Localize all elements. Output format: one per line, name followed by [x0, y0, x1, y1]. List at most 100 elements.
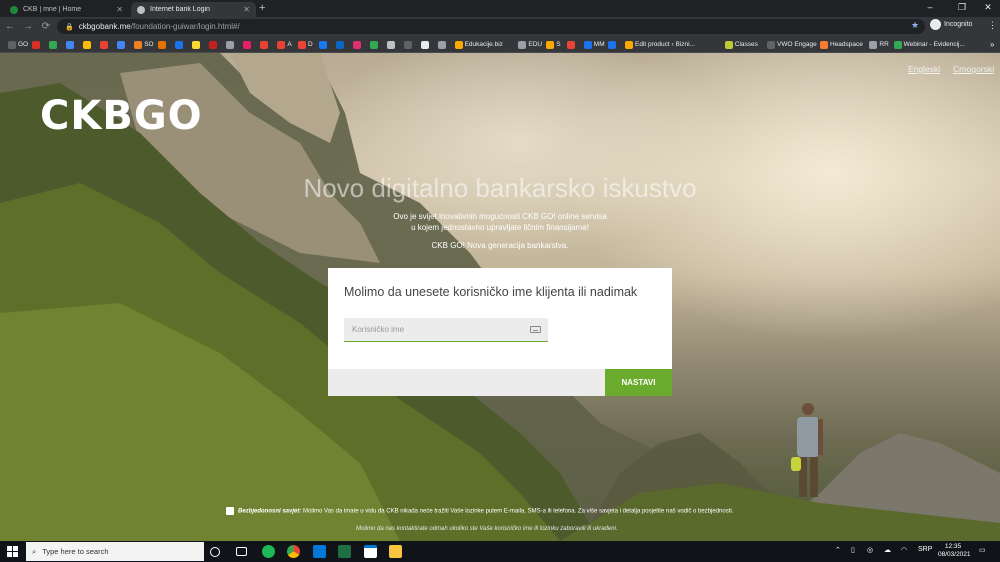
- bookmark-favicon-icon: [869, 40, 878, 49]
- bookmark-item[interactable]: [192, 39, 201, 50]
- tray-chevron-up-icon[interactable]: ⌃: [835, 546, 841, 554]
- task-view-icon[interactable]: [236, 547, 247, 556]
- bookmark-item[interactable]: Classes: [724, 39, 758, 50]
- bookmark-item[interactable]: MM: [583, 39, 605, 50]
- bookmark-item[interactable]: [420, 39, 429, 50]
- bookmark-item[interactable]: [260, 39, 269, 50]
- spotify-icon[interactable]: [262, 545, 275, 558]
- bookmark-label: GO: [18, 41, 29, 48]
- login-card-footer: NASTAVI: [328, 369, 672, 396]
- virtual-keyboard-icon[interactable]: [530, 326, 541, 333]
- bookmark-item[interactable]: RR: [869, 39, 889, 50]
- bookmark-favicon-icon: [49, 40, 58, 49]
- incognito-profile-button[interactable]: Incognito: [930, 19, 972, 30]
- bookmark-favicon-icon: [66, 40, 75, 49]
- lock-icon: 🔒: [65, 23, 74, 31]
- bookmark-item[interactable]: SO: [134, 39, 154, 50]
- notifications-icon[interactable]: ▭: [979, 546, 986, 554]
- wifi-icon[interactable]: ◠: [901, 546, 907, 554]
- forward-icon[interactable]: →: [20, 21, 36, 32]
- more-bookmarks-icon[interactable]: »: [990, 39, 994, 50]
- bookmark-item[interactable]: Headspace: [820, 39, 863, 50]
- address-bar[interactable]: 🔒 ckbgobank.me/foundation-guiwar/login.h…: [57, 19, 925, 34]
- restore-window-icon[interactable]: ❐: [952, 2, 972, 13]
- bookmark-favicon-icon: [546, 40, 555, 49]
- keyboard-language-indicator[interactable]: SRP: [918, 546, 932, 553]
- bookmark-favicon-icon: [352, 40, 361, 49]
- bookmark-item[interactable]: [175, 39, 184, 50]
- bookmark-item[interactable]: [318, 39, 327, 50]
- bookmark-item[interactable]: [32, 39, 41, 50]
- bookmark-item[interactable]: VWO Engage: [767, 39, 817, 50]
- back-icon[interactable]: ←: [2, 21, 18, 32]
- close-tab-icon[interactable]: ✕: [243, 5, 250, 14]
- excel-icon[interactable]: [338, 545, 351, 558]
- bookmark-item[interactable]: [209, 39, 218, 50]
- bookmark-item[interactable]: Webinar - Evidencij...: [893, 39, 965, 50]
- bookmark-favicon-icon: [437, 40, 446, 49]
- tray-app-icon[interactable]: ◎: [867, 546, 873, 554]
- bookmark-item[interactable]: Edukacije.biz: [454, 39, 503, 50]
- bookmark-item[interactable]: [158, 39, 167, 50]
- windows-start-icon[interactable]: [7, 546, 18, 557]
- bookmark-label: Classes: [734, 41, 758, 48]
- username-input[interactable]: [352, 325, 522, 334]
- bookmark-item[interactable]: [437, 39, 446, 50]
- ckbgo-logo: CKBGO: [40, 93, 203, 139]
- bookmark-label: A: [287, 41, 292, 48]
- bookmark-item[interactable]: [386, 39, 395, 50]
- bookmark-item[interactable]: GO: [8, 39, 28, 50]
- browser-tab-ckb-home[interactable]: CKB | mne | Home ✕: [4, 2, 129, 17]
- continue-button[interactable]: NASTAVI: [605, 369, 672, 396]
- bookmark-favicon-icon: [420, 40, 429, 49]
- reload-icon[interactable]: ⟳: [38, 21, 54, 32]
- close-tab-icon[interactable]: ✕: [116, 5, 123, 14]
- cortana-icon[interactable]: [210, 547, 220, 557]
- bookmark-label: EDU: [528, 41, 543, 48]
- bookmark-item[interactable]: [369, 39, 378, 50]
- bookmark-item[interactable]: [226, 39, 235, 50]
- incognito-icon: [930, 19, 941, 30]
- onedrive-cloud-icon[interactable]: ☁: [884, 546, 891, 554]
- language-english-link[interactable]: Engleski: [908, 64, 940, 74]
- bookmark-item[interactable]: [83, 39, 92, 50]
- new-tab-button[interactable]: +: [259, 2, 265, 14]
- bookmark-item[interactable]: [608, 39, 616, 50]
- bookmark-item[interactable]: S: [546, 39, 561, 50]
- bookmark-item[interactable]: [403, 39, 412, 50]
- taskbar-search-box[interactable]: ⌕ Type here to search: [26, 542, 204, 561]
- bookmark-item[interactable]: A: [277, 39, 292, 50]
- bookmark-item[interactable]: [49, 39, 58, 50]
- bookmark-item[interactable]: [335, 39, 344, 50]
- bookmark-label: S: [556, 41, 561, 48]
- browser-tab-internet-bank-login[interactable]: Internet bank Login ✕: [131, 2, 256, 17]
- bookmark-item[interactable]: [100, 39, 109, 50]
- bookmark-item[interactable]: Edit product ‹ Bizni...: [625, 39, 695, 50]
- url-path: /foundation-guiwar/login.html#/: [130, 22, 240, 31]
- language-montenegrin-link[interactable]: Crnogorski: [953, 64, 994, 74]
- bookmark-item[interactable]: EDU: [518, 39, 542, 50]
- bookmark-item[interactable]: [352, 39, 361, 50]
- close-window-icon[interactable]: ✕: [978, 2, 998, 13]
- tray-device-icon[interactable]: ▯: [851, 546, 855, 554]
- security-notice-text-2: Molimo da nas kontaktirate odmah ukoliko…: [356, 525, 618, 532]
- bookmark-item[interactable]: [117, 39, 126, 50]
- bookmark-item[interactable]: D: [298, 39, 313, 50]
- bookmark-label: Edit product ‹ Bizni...: [635, 41, 695, 48]
- browser-menu-icon[interactable]: ⋮: [988, 20, 997, 31]
- chrome-icon[interactable]: [287, 545, 300, 558]
- media-player-icon[interactable]: [313, 545, 326, 558]
- globe-favicon-icon: [137, 5, 145, 14]
- file-explorer-icon[interactable]: [389, 545, 402, 558]
- bookmark-favicon-icon: [724, 40, 733, 49]
- bookmark-item[interactable]: [566, 39, 575, 50]
- app-window-icon[interactable]: [364, 545, 377, 558]
- bookmark-favicon-icon: [335, 40, 344, 49]
- bookmark-item[interactable]: [243, 39, 252, 50]
- bookmark-star-icon[interactable]: ★: [911, 20, 919, 31]
- minimize-window-icon[interactable]: –: [920, 2, 940, 12]
- bookmark-label: RR: [879, 41, 889, 48]
- bookmark-item[interactable]: [66, 39, 75, 50]
- hero-subtitle-line-1: Ovo je svijet inovativnih mogućnosti CKB…: [393, 212, 607, 221]
- taskbar-clock[interactable]: 12:35 08/03/2021: [938, 543, 971, 559]
